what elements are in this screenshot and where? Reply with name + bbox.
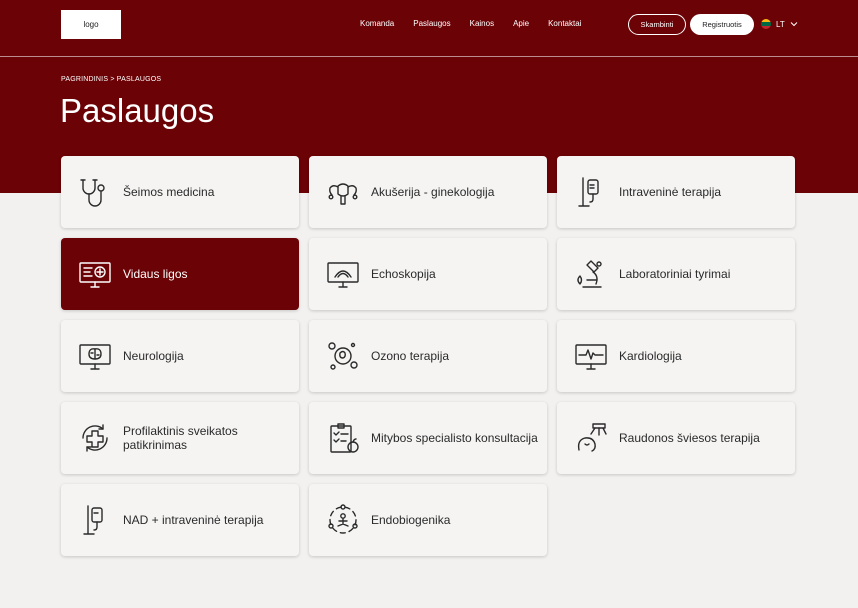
service-card-neurologija[interactable]: Neurologija xyxy=(61,320,299,392)
uterus-icon xyxy=(325,174,361,210)
service-label: Profilaktinis sveikatos patikrinimas xyxy=(123,424,238,452)
service-card-akuserija[interactable]: Akušerija - ginekologija xyxy=(309,156,547,228)
page-title: Paslaugos xyxy=(60,92,215,129)
service-card-seimos-medicina[interactable]: Šeimos medicina xyxy=(61,156,299,228)
ozone-icon xyxy=(325,338,361,374)
nad-drip-icon xyxy=(77,502,113,538)
service-card-kardiologija[interactable]: Kardiologija xyxy=(557,320,795,392)
service-label: Vidaus ligos xyxy=(123,267,188,281)
service-label: Ozono terapija xyxy=(371,349,450,363)
stethoscope-icon xyxy=(77,174,113,210)
service-label: Laboratoriniai tyrimai xyxy=(619,267,731,281)
service-label: NAD + intraveninė terapija xyxy=(123,513,264,527)
services-grid: Šeimos medicina Akušerija - ginekologija… xyxy=(61,156,795,556)
nav-kontaktai[interactable]: Kontaktai xyxy=(548,19,581,28)
service-label: Mitybos specialisto konsultacija xyxy=(371,431,538,445)
service-card-laboratoriniai[interactable]: Laboratoriniai tyrimai xyxy=(557,238,795,310)
service-card-raudonos-sviesos[interactable]: Raudonos šviesos terapija xyxy=(557,402,795,474)
nav-paslaugos[interactable]: Paslaugos xyxy=(413,19,450,28)
chevron-down-icon xyxy=(790,22,798,27)
nav-apie[interactable]: Apie xyxy=(513,19,529,28)
endobiogenics-icon xyxy=(325,502,361,538)
language-code: LT xyxy=(776,19,785,29)
heartbeat-monitor-icon xyxy=(573,338,609,374)
language-selector[interactable]: LT xyxy=(761,19,798,29)
service-card-ozono[interactable]: Ozono terapija xyxy=(309,320,547,392)
call-button[interactable]: Skambinti xyxy=(628,14,686,35)
lithuania-flag-icon xyxy=(761,19,771,29)
site-header: logo Komanda Paslaugos Kainos Apie Konta… xyxy=(0,0,858,57)
service-label: Akušerija - ginekologija xyxy=(371,185,495,199)
service-card-vidaus-ligos[interactable]: Vidaus ligos xyxy=(61,238,299,310)
red-light-icon xyxy=(573,420,609,456)
service-card-intravenine[interactable]: Intraveninė terapija xyxy=(557,156,795,228)
service-label: Raudonos šviesos terapija xyxy=(619,431,760,445)
iv-drip-icon xyxy=(573,174,609,210)
service-card-endobiogenika[interactable]: Endobiogenika xyxy=(309,484,547,556)
ultrasound-icon xyxy=(325,256,361,292)
service-label: Šeimos medicina xyxy=(123,185,215,199)
service-label: Echoskopija xyxy=(371,267,436,281)
nav-kainos[interactable]: Kainos xyxy=(470,19,494,28)
nav-komanda[interactable]: Komanda xyxy=(360,19,394,28)
health-check-icon xyxy=(77,420,113,456)
monitor-medical-icon xyxy=(77,256,113,292)
logo[interactable]: logo xyxy=(61,10,121,39)
brain-monitor-icon xyxy=(77,338,113,374)
service-label: Endobiogenika xyxy=(371,513,451,527)
service-card-echoskopija[interactable]: Echoskopija xyxy=(309,238,547,310)
service-label: Intraveninė terapija xyxy=(619,185,722,199)
main-nav: Komanda Paslaugos Kainos Apie Kontaktai xyxy=(360,19,600,28)
service-label: Kardiologija xyxy=(619,349,682,363)
service-card-profilaktinis[interactable]: Profilaktinis sveikatos patikrinimas xyxy=(61,402,299,474)
service-card-nad[interactable]: NAD + intraveninė terapija xyxy=(61,484,299,556)
breadcrumb[interactable]: PAGRINDINIS > PASLAUGOS xyxy=(61,76,161,83)
service-label: Neurologija xyxy=(123,349,184,363)
microscope-icon xyxy=(573,256,609,292)
register-button[interactable]: Registruotis xyxy=(690,14,754,35)
diet-plan-icon xyxy=(325,420,361,456)
service-card-mitybos[interactable]: Mitybos specialisto konsultacija xyxy=(309,402,547,474)
